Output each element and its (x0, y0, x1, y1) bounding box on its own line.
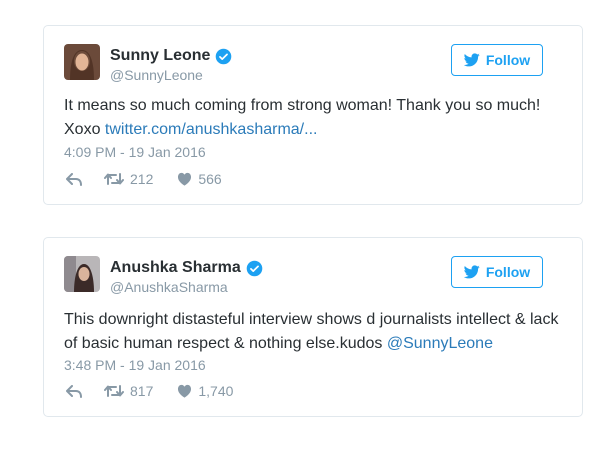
display-name[interactable]: Sunny Leone (110, 47, 210, 65)
tweet-text: It means so much coming from strong woma… (64, 94, 564, 142)
tweet-actions: 817 1,740 (66, 383, 233, 399)
bird-icon (463, 53, 480, 67)
verified-badge-icon (246, 260, 263, 277)
avatar[interactable] (64, 44, 100, 80)
tweet-text: This downright distasteful interview sho… (64, 308, 564, 356)
tweet-actions: 212 566 (66, 171, 222, 187)
follow-button[interactable]: Follow (451, 44, 543, 76)
retweet-button[interactable]: 212 (104, 171, 153, 187)
avatar[interactable] (64, 256, 100, 292)
tweet-card: Sunny Leone @SunnyLeone Follow It means … (43, 25, 583, 205)
display-name[interactable]: Anushka Sharma (110, 259, 241, 277)
user-handle[interactable]: @SunnyLeone (110, 67, 203, 83)
timestamp[interactable]: 4:09 PM - 19 Jan 2016 (64, 144, 206, 160)
reply-button[interactable] (66, 384, 82, 398)
like-button[interactable]: 566 (177, 171, 222, 187)
follow-button[interactable]: Follow (451, 256, 543, 288)
follow-label: Follow (485, 264, 531, 280)
like-count: 1,740 (198, 383, 234, 399)
retweet-icon (104, 173, 124, 185)
follow-label: Follow (485, 52, 531, 68)
tweet-link[interactable]: twitter.com/anushkasharma/... (105, 121, 318, 138)
reply-button[interactable] (66, 172, 82, 186)
retweet-count: 212 (130, 171, 154, 187)
mention-link[interactable]: @SunnyLeone (387, 335, 493, 352)
heart-icon (178, 384, 192, 398)
user-handle[interactable]: @AnushkaSharma (110, 279, 228, 295)
like-button[interactable]: 1,740 (177, 383, 233, 399)
retweet-count: 817 (130, 383, 154, 399)
bird-icon (463, 265, 480, 279)
retweet-button[interactable]: 817 (104, 383, 153, 399)
tweet-card: Anushka Sharma @AnushkaSharma Follow Thi… (43, 237, 583, 417)
reply-icon (66, 172, 82, 186)
timestamp[interactable]: 3:48 PM - 19 Jan 2016 (64, 357, 206, 373)
like-count: 566 (198, 171, 222, 187)
heart-icon (178, 172, 192, 186)
retweet-icon (104, 385, 124, 397)
reply-icon (66, 384, 82, 398)
verified-badge-icon (215, 48, 232, 65)
